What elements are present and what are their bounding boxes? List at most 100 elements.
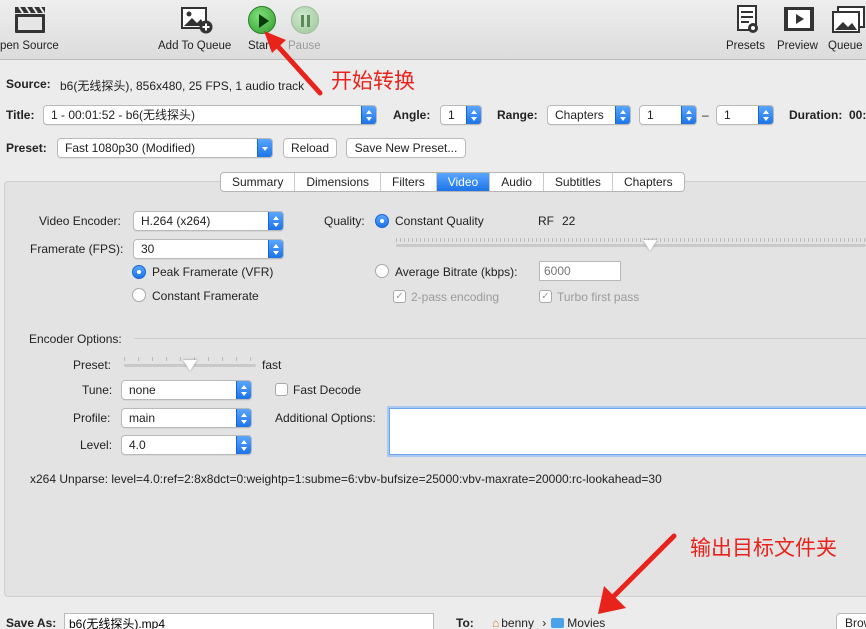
- peak-framerate-label: Peak Framerate (VFR): [152, 265, 274, 279]
- tab-summary[interactable]: Summary: [221, 173, 296, 191]
- angle-select[interactable]: 1: [440, 105, 482, 125]
- range-type-value: Chapters: [555, 108, 604, 122]
- rf-label: RF: [538, 214, 554, 228]
- profile-label: Profile:: [73, 411, 111, 425]
- folder-icon: [551, 618, 565, 628]
- title-select-value: 1 - 00:01:52 - b6(无线探头): [51, 108, 196, 122]
- encoder-options-separator: [134, 338, 866, 339]
- average-bitrate-label: Average Bitrate (kbps):: [395, 265, 518, 279]
- range-to-value: 1: [724, 108, 731, 122]
- rf-slider[interactable]: [396, 244, 866, 247]
- clapperboard-icon: [15, 6, 45, 33]
- duration-value: 00:: [849, 108, 866, 122]
- preview-button[interactable]: Preview: [774, 0, 824, 60]
- enc-preset-slider-knob[interactable]: [183, 360, 197, 371]
- source-label: Source:: [6, 77, 51, 91]
- two-pass-checkbox[interactable]: ✓: [393, 290, 406, 303]
- angle-select-value: 1: [448, 108, 455, 122]
- range-to-arrow-icon: [758, 106, 773, 124]
- tab-video[interactable]: Video: [436, 173, 491, 191]
- constant-quality-label: Constant Quality: [395, 214, 484, 228]
- average-bitrate-radio[interactable]: [375, 264, 389, 278]
- angle-select-arrow-icon: [466, 106, 481, 124]
- profile-value: main: [129, 411, 156, 425]
- save-new-preset-button[interactable]: Save New Preset...: [346, 138, 466, 158]
- presets-button[interactable]: Presets: [722, 0, 772, 60]
- tab-dimensions[interactable]: Dimensions: [295, 173, 382, 191]
- framerate-value: 30: [141, 242, 155, 256]
- destination-user: benny: [501, 616, 534, 629]
- constant-framerate-radio[interactable]: [132, 288, 146, 302]
- start-annotation: 开始转换: [331, 69, 415, 93]
- average-bitrate-input[interactable]: [539, 261, 621, 281]
- fast-decode-label: Fast Decode: [293, 383, 362, 397]
- preset-select-value: Fast 1080p30 (Modified): [65, 141, 196, 155]
- range-to-select[interactable]: 1: [716, 105, 774, 125]
- constant-quality-radio[interactable]: [375, 214, 389, 228]
- two-pass-label: 2-pass encoding: [411, 290, 500, 304]
- profile-select[interactable]: main: [121, 408, 252, 428]
- constant-framerate-label: Constant Framerate: [152, 289, 259, 303]
- preview-film-icon: [784, 7, 814, 31]
- tab-subtitles[interactable]: Subtitles: [544, 173, 613, 191]
- tab-filters[interactable]: Filters: [381, 173, 437, 191]
- preview-label: Preview: [777, 40, 818, 52]
- preset-label: Preset:: [6, 141, 47, 155]
- tab-bar: Summary Dimensions Filters Video Audio S…: [220, 172, 685, 192]
- preset-select[interactable]: Fast 1080p30 (Modified): [57, 138, 273, 158]
- browse-button[interactable]: Brow: [836, 613, 866, 629]
- add-photo-icon: [181, 7, 213, 34]
- home-icon: ⌂: [492, 616, 500, 629]
- open-source-label: pen Source: [0, 40, 59, 52]
- level-label: Level:: [80, 438, 113, 452]
- rf-slider-knob[interactable]: [642, 240, 657, 251]
- queue-photos-icon: [832, 6, 865, 33]
- queue-label: Queue: [828, 40, 863, 52]
- presets-label: Presets: [726, 40, 765, 52]
- tab-audio[interactable]: Audio: [490, 173, 544, 191]
- path-separator: ›: [542, 616, 547, 629]
- angle-label: Angle:: [393, 108, 431, 122]
- save-as-label: Save As:: [6, 616, 57, 629]
- video-encoder-value: H.264 (x264): [141, 214, 211, 228]
- x264-unparse-text: x264 Unparse: level=4.0:ref=2:8x8dct=0:w…: [30, 472, 662, 486]
- preset-select-arrow-icon: [257, 139, 272, 157]
- range-from-select[interactable]: 1: [639, 105, 697, 125]
- range-label: Range:: [497, 108, 538, 122]
- destination-path[interactable]: ⌂ benny › Movies: [492, 616, 605, 629]
- to-label: To:: [456, 616, 474, 629]
- framerate-select[interactable]: 30: [133, 239, 284, 259]
- enc-preset-label: Preset:: [73, 358, 112, 372]
- queue-button[interactable]: Queue: [826, 0, 866, 60]
- add-to-queue-button[interactable]: Add To Queue: [152, 0, 244, 60]
- tune-value: none: [129, 383, 156, 397]
- save-as-input[interactable]: [64, 613, 434, 629]
- framerate-arrow-icon: [268, 240, 283, 258]
- fast-decode-checkbox[interactable]: [275, 383, 288, 396]
- video-encoder-label: Video Encoder:: [39, 214, 121, 228]
- range-type-arrow-icon: [615, 106, 630, 124]
- add-to-queue-label: Add To Queue: [158, 40, 232, 52]
- reload-button[interactable]: Reload: [283, 138, 337, 158]
- range-type-select[interactable]: Chapters: [547, 105, 631, 125]
- open-source-button[interactable]: pen Source: [0, 0, 70, 60]
- range-from-arrow-icon: [681, 106, 696, 124]
- tab-chapters[interactable]: Chapters: [613, 173, 684, 191]
- output-annotation: 输出目标文件夹: [690, 536, 837, 560]
- video-encoder-select[interactable]: H.264 (x264): [133, 211, 284, 231]
- level-value: 4.0: [129, 438, 146, 452]
- peak-framerate-radio[interactable]: [132, 265, 146, 279]
- turbo-first-pass-checkbox[interactable]: ✓: [539, 290, 552, 303]
- title-label: Title:: [6, 108, 35, 122]
- tune-select[interactable]: none: [121, 380, 252, 400]
- rf-value: 22: [562, 214, 576, 228]
- framerate-label: Framerate (FPS):: [30, 242, 124, 256]
- additional-options-input[interactable]: [389, 408, 866, 455]
- title-select[interactable]: 1 - 00:01:52 - b6(无线探头): [43, 105, 377, 125]
- quality-label: Quality:: [324, 214, 365, 228]
- presets-list-icon: [737, 5, 758, 33]
- rf-slider-ticks: [396, 238, 866, 242]
- toolbar: pen Source Add To Queue Start Pause Pres…: [0, 0, 866, 60]
- level-select[interactable]: 4.0: [121, 435, 252, 455]
- encoder-options-heading: Encoder Options:: [29, 332, 122, 346]
